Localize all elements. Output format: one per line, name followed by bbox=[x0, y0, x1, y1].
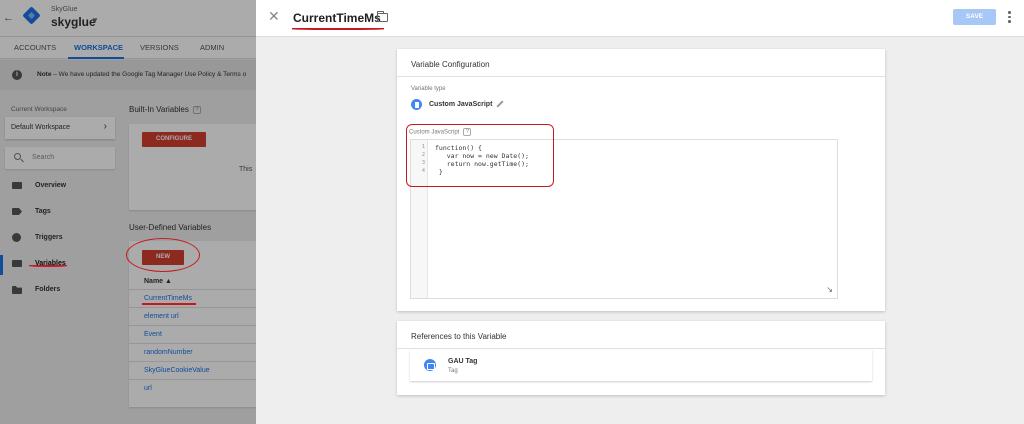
annotation-box bbox=[406, 124, 554, 187]
resize-handle-icon[interactable]: ↘ bbox=[826, 286, 833, 294]
annotation-underline bbox=[292, 28, 384, 30]
save-button[interactable]: SAVE bbox=[953, 9, 996, 25]
card-title: References to this Variable bbox=[411, 332, 507, 341]
reference-name: GAU Tag bbox=[448, 358, 478, 365]
annotation-circle bbox=[126, 238, 200, 272]
reference-item[interactable]: GAU Tag Tag bbox=[410, 350, 872, 381]
editor-header: ✕ CurrentTimeMs SAVE bbox=[256, 0, 1024, 37]
variable-type-label: Variable type bbox=[411, 86, 446, 92]
tag-icon bbox=[424, 359, 436, 371]
custom-javascript-icon bbox=[411, 99, 422, 110]
close-icon[interactable]: ✕ bbox=[268, 9, 280, 23]
reference-type: Tag bbox=[448, 368, 458, 374]
annotation-underline bbox=[29, 265, 67, 267]
folder-icon[interactable] bbox=[376, 11, 388, 22]
variable-type-name: Custom JavaScript bbox=[429, 101, 493, 108]
pencil-icon[interactable] bbox=[496, 100, 504, 108]
variable-editor-panel: ✕ CurrentTimeMs SAVE Variable Configurat… bbox=[256, 0, 1024, 424]
more-vert-icon[interactable] bbox=[1008, 11, 1011, 24]
modal-backdrop[interactable] bbox=[0, 0, 256, 424]
variable-name-title[interactable]: CurrentTimeMs bbox=[293, 11, 381, 25]
annotation-underline bbox=[142, 303, 196, 305]
divider bbox=[397, 348, 885, 349]
card-title: Variable Configuration bbox=[411, 60, 490, 69]
divider bbox=[397, 76, 885, 77]
